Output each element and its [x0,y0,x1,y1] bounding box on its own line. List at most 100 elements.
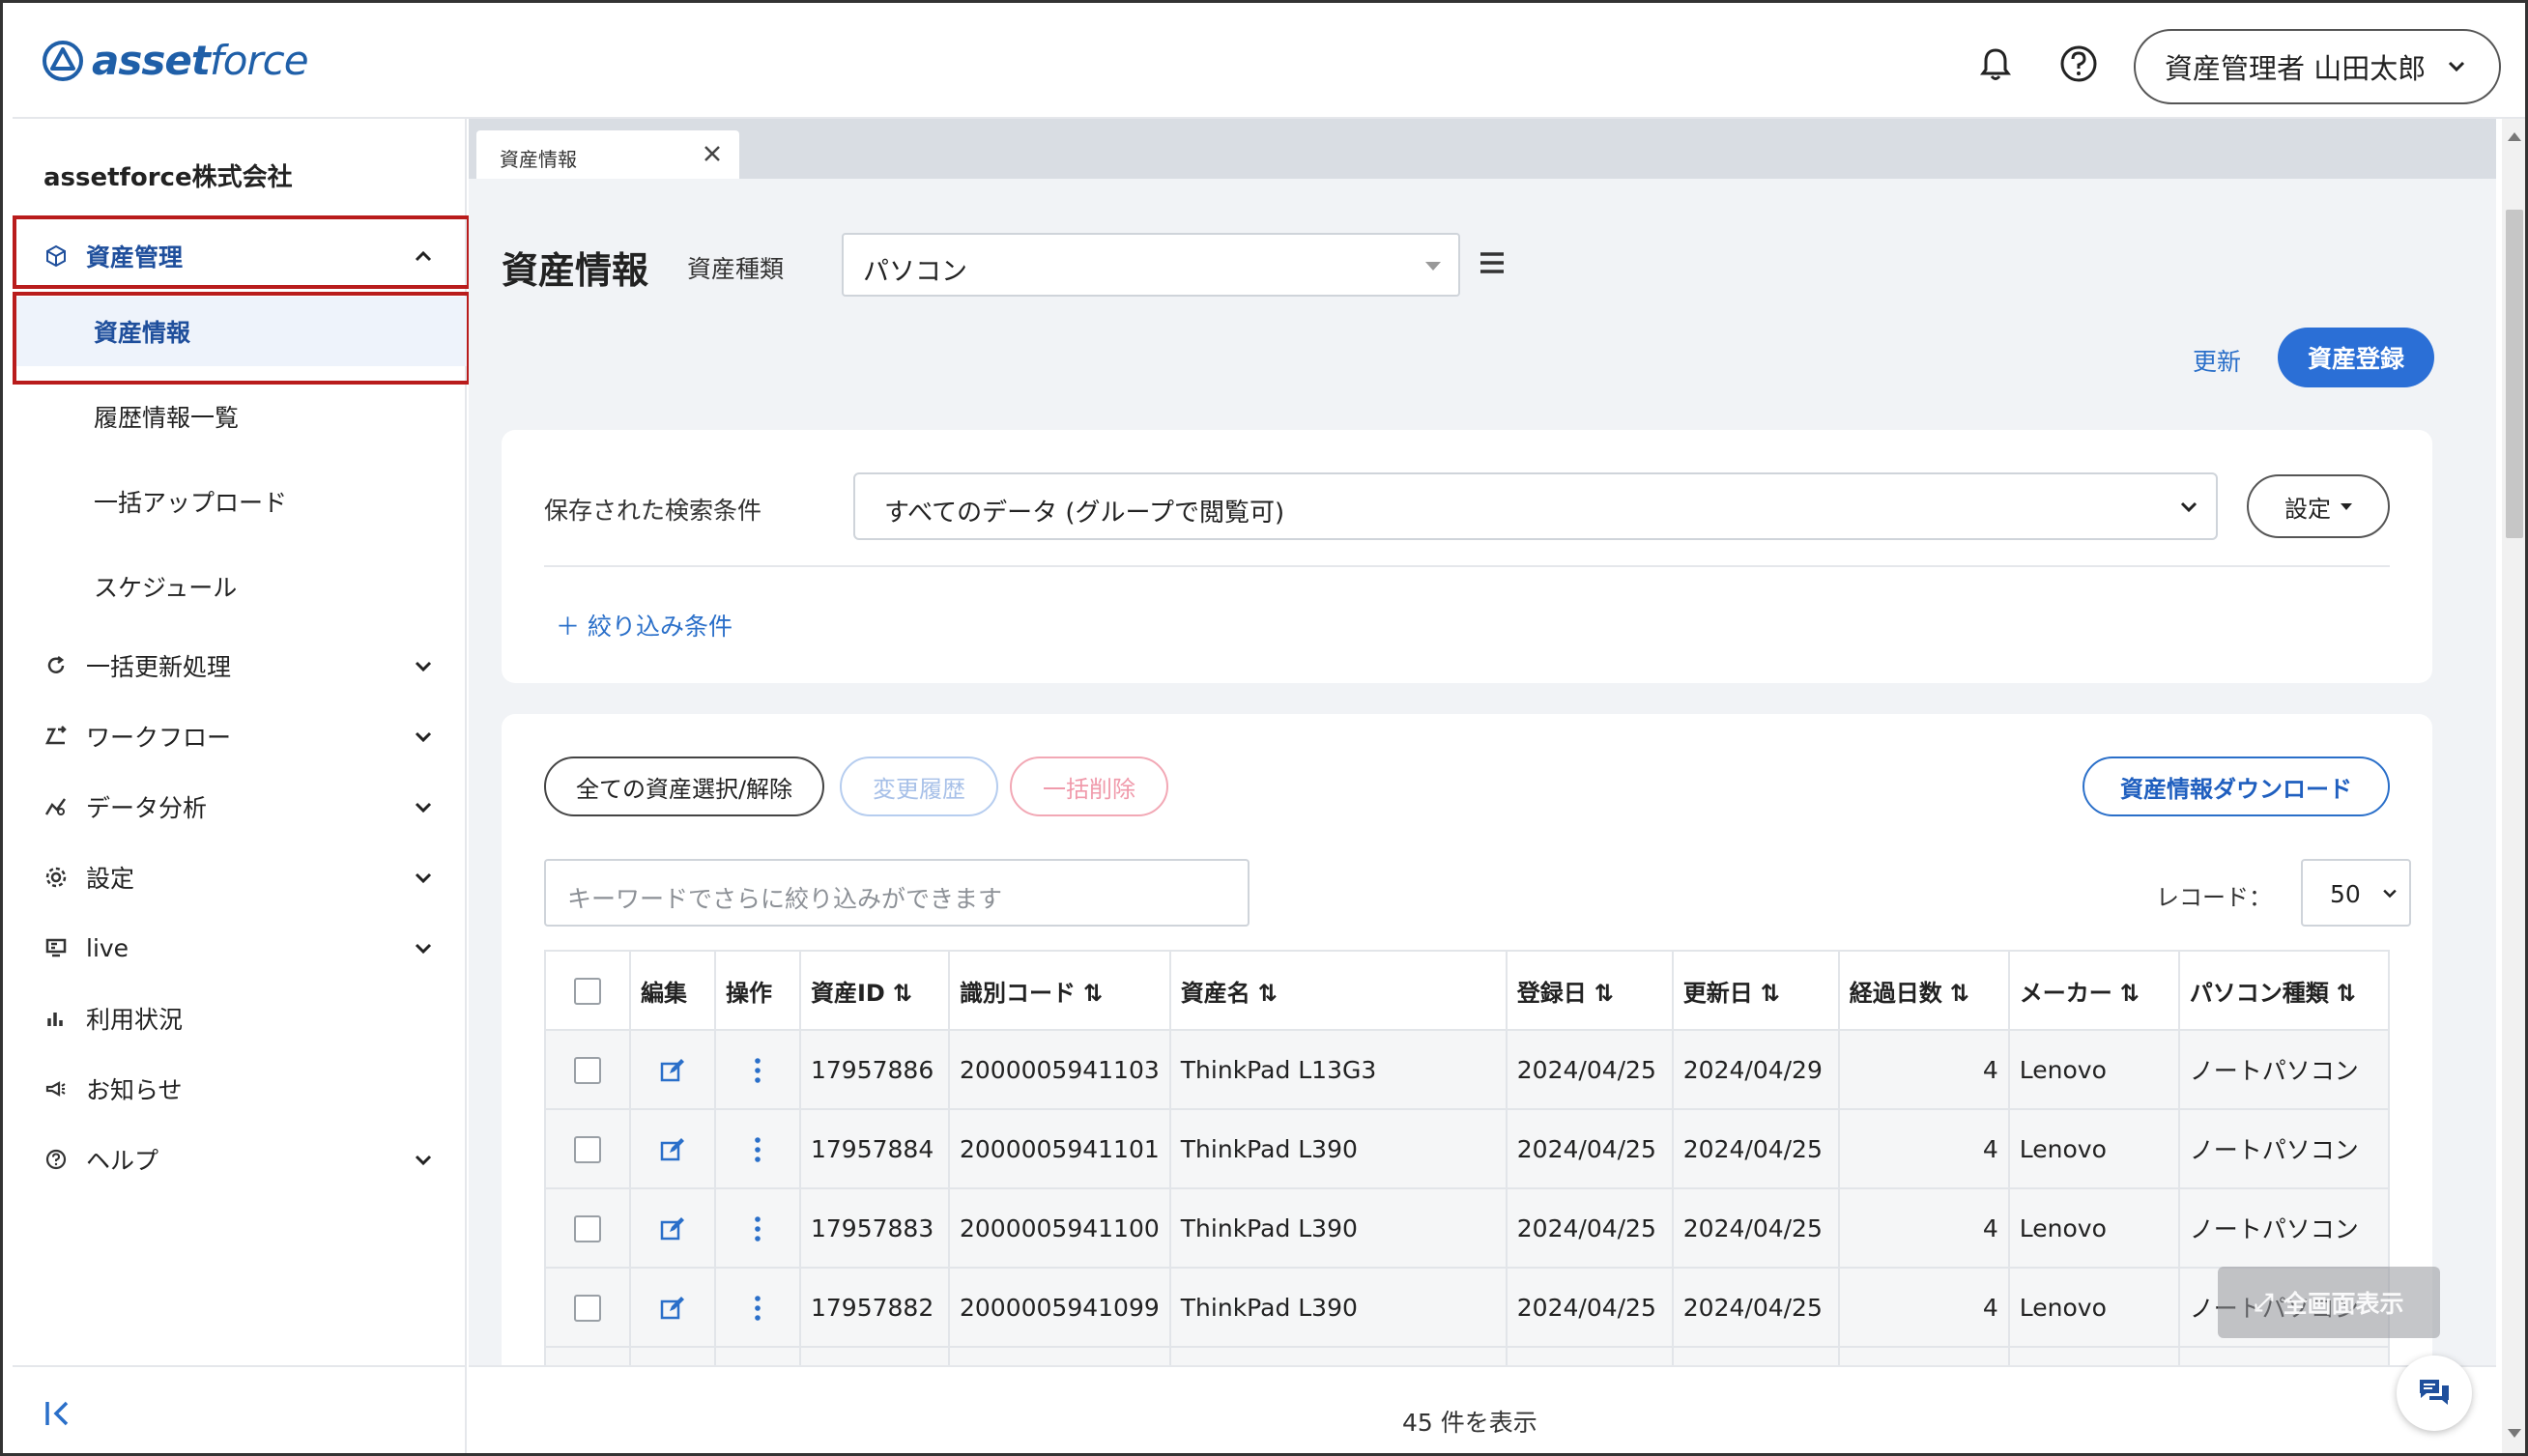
assetforce-logo[interactable]: assetforce [42,37,309,84]
cell-maker: Lenovo [2007,1108,2180,1189]
row-checkbox[interactable] [574,1215,601,1242]
cell-elapsed-days: 4 [1837,1029,2010,1110]
collapse-sidebar-icon[interactable] [42,1396,76,1431]
page-title: 資産情報 [502,249,649,292]
select-all-button[interactable]: 全ての資産選択/解除 [544,757,824,816]
edit-icon[interactable] [658,1056,687,1085]
sidebar-item-usage[interactable]: 利用状況 [13,984,467,1053]
chevron-down-icon [2449,61,2465,72]
sidebar: assetforce株式会社 資産管理 資産情報 履歴情報一覧 一括アップロード… [13,119,471,1453]
sort-icon: ⇅ [2119,979,2140,1007]
cell-id-code: 2000005941099 [948,1267,1171,1348]
kebab-menu-icon[interactable] [753,1214,762,1243]
edit-icon[interactable] [658,1214,687,1243]
row-checkbox[interactable] [574,1057,601,1084]
scroll-down-arrow-icon[interactable] [2508,1429,2521,1438]
table-row[interactable]: 17957883 2000005941100 ThinkPad L390 202… [544,1187,2391,1269]
header-select[interactable] [544,950,631,1031]
download-asset-info-button[interactable]: 資産情報ダウンロード [2083,757,2390,816]
cell-pc-type: ノートパソコン [2177,1108,2391,1189]
edit-icon[interactable] [658,1135,687,1164]
header-registered-date[interactable]: 登録日 ⇅ [1505,950,1674,1031]
select-all-checkbox[interactable] [574,977,601,1005]
cell-asset-id: 17957886 [799,1029,950,1110]
add-filter-link[interactable]: ＋ 絞り込み条件 [556,608,733,642]
sidebar-item-settings[interactable]: 設定 [13,842,467,912]
user-menu-button[interactable]: 資産管理者 山田太郎 [2134,29,2501,104]
help-circle-icon[interactable] [2057,43,2100,85]
cell-registered-date: 2024/04/25 [1505,1267,1674,1348]
table-row[interactable]: 17957882 2000005941099 ThinkPad L390 202… [544,1267,2391,1348]
bell-icon[interactable] [1974,43,2017,85]
tab-asset-info[interactable]: 資産情報 [476,130,739,179]
row-checkbox[interactable] [574,1136,601,1163]
highlight-box-asset-info [13,292,471,385]
chevron-down-icon [415,1155,432,1166]
keyword-search-input[interactable]: キーワードでさらに絞り込みができます [544,859,1250,927]
change-history-button[interactable]: 変更履歴 [840,757,998,816]
workflow-icon [42,722,71,751]
sidebar-item-label: データ分析 [86,794,208,822]
cell-elapsed-days: 4 [1837,1108,2010,1189]
cell-id-code: 2000005941101 [948,1108,1171,1189]
header-updated-date[interactable]: 更新日 ⇅ [1671,950,1840,1031]
cell-elapsed-days: 4 [1837,1267,2010,1348]
sidebar-item-workflow[interactable]: ワークフロー [13,701,467,771]
sort-icon: ⇅ [1083,979,1104,1007]
refresh-link[interactable]: 更新 [2193,343,2241,378]
kebab-menu-icon[interactable] [753,1135,762,1164]
sidebar-item-help[interactable]: ヘルプ [13,1125,467,1194]
sort-icon: ⇅ [2336,979,2356,1007]
asset-type-label: 資産種類 [687,255,785,283]
row-checkbox[interactable] [574,1295,601,1322]
close-icon[interactable] [701,142,724,165]
header-asset-id[interactable]: 資産ID ⇅ [799,950,950,1031]
logo-mark-icon [43,40,83,81]
chat-icon [2420,1380,2449,1405]
header-asset-name[interactable]: 資産名 ⇅ [1168,950,1508,1031]
kebab-menu-icon[interactable] [753,1294,762,1323]
asset-type-select[interactable]: パソコン [842,233,1460,297]
saved-search-value: すべてのデータ (グループで閲覧可) [884,499,1285,528]
gear-icon [42,863,71,892]
sidebar-item-bulk-upload[interactable]: 一括アップロード [13,467,467,536]
header-id-code[interactable]: 識別コード ⇅ [948,950,1171,1031]
sidebar-item-notices[interactable]: お知らせ [13,1054,467,1124]
settings-dropdown-button[interactable]: 設定 [2247,474,2390,538]
edit-icon[interactable] [658,1294,687,1323]
chevron-down-icon [2383,889,2397,899]
scroll-up-arrow-icon[interactable] [2508,132,2521,141]
table-row[interactable]: 17957884 2000005941101 ThinkPad L390 202… [544,1108,2391,1189]
chat-support-button[interactable] [2397,1356,2472,1431]
hamburger-menu-icon[interactable] [1478,250,1507,275]
settings-label: 設定 [2284,495,2331,523]
cell-asset-id: 17957883 [799,1187,950,1269]
asset-list-card: 全ての資産選択/解除 変更履歴 一括削除 資産情報ダウンロード キーワードでさら… [502,714,2432,1453]
sidebar-item-data-analysis[interactable]: データ分析 [13,772,467,842]
sidebar-footer [13,1365,467,1453]
fullscreen-label: 全画面表示 [2283,1290,2404,1318]
sidebar-item-label: 一括更新処理 [86,653,232,681]
sidebar-item-schedule[interactable]: スケジュール [13,552,467,621]
sidebar-item-bulk-update[interactable]: 一括更新処理 [13,631,467,700]
table-row[interactable]: 17957886 2000005941103 ThinkPad L13G3 20… [544,1029,2391,1110]
page-scrollbar[interactable] [2502,119,2525,1453]
header-maker[interactable]: メーカー ⇅ [2007,950,2180,1031]
chevron-down-icon [415,802,432,814]
cell-pc-type: ノートパソコン [2177,1029,2391,1110]
sidebar-item-live[interactable]: live [13,913,467,983]
cell-updated-date: 2024/04/29 [1671,1029,1840,1110]
header-elapsed-days[interactable]: 経過日数 ⇅ [1837,950,2010,1031]
register-asset-button[interactable]: 資産登録 [2278,328,2434,387]
header-pc-type[interactable]: パソコン種類 ⇅ [2177,950,2391,1031]
cell-pc-type: ノートパソコン [2177,1187,2391,1269]
fullscreen-button[interactable]: ⤢ 全画面表示 [2218,1267,2440,1338]
bulk-delete-button[interactable]: 一括削除 [1010,757,1168,816]
refresh-icon [42,651,71,680]
sidebar-item-history-list[interactable]: 履歴情報一覧 [13,382,467,451]
records-per-page-select[interactable]: 50 [2301,859,2411,927]
kebab-menu-icon[interactable] [753,1056,762,1085]
sidebar-item-label: 一括アップロード [94,489,288,517]
scrollbar-thumb[interactable] [2506,210,2523,538]
saved-search-select[interactable]: すべてのデータ (グループで閲覧可) [853,472,2218,540]
